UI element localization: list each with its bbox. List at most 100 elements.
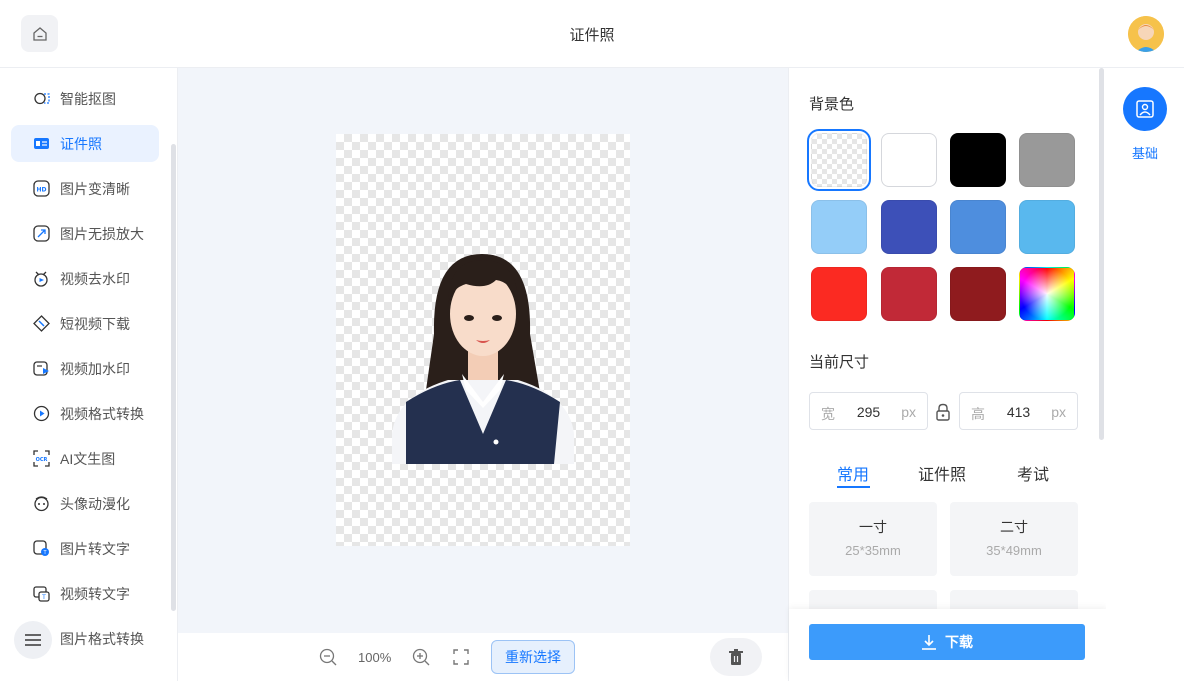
menu-icon [25,634,41,646]
zoom-level: 100% [358,650,392,665]
zoom-in-icon [412,648,430,666]
sidebar-item-label: AI文生图 [60,450,116,467]
video-download-icon [33,315,50,332]
video-convert-icon [33,405,50,422]
sidebar-item-anime-avatar[interactable]: 头像动漫化 [11,485,159,522]
download-label: 下载 [945,634,973,650]
sidebar-item-cutout[interactable]: 智能抠图 [11,80,159,117]
page-title: 证件照 [569,27,615,44]
sidebar-item-id-photo[interactable]: 证件照 [11,125,159,162]
size-name: 一寸 [859,519,887,535]
fullscreen-icon [453,649,469,665]
width-unit: px [901,404,916,420]
sidebar-item-video-download[interactable]: 短视频下载 [11,305,159,342]
sidebar-scrollbar[interactable] [171,144,176,611]
zoom-in-button[interactable] [411,647,431,667]
basic-mode-label: 基础 [1131,146,1158,161]
sidebar-item-hd[interactable]: HD 图片变清晰 [11,170,159,207]
lock-ratio-button[interactable] [935,403,951,421]
delete-button[interactable] [710,638,762,676]
sidebar-item-enlarge[interactable]: 图片无损放大 [11,215,159,252]
swatch-white[interactable] [881,133,937,187]
basic-mode-button[interactable] [1123,87,1167,131]
svg-text:OCR: OCR [36,457,48,463]
width-field[interactable]: 宽 295 px [809,392,928,430]
sidebar-item-label: 图片转文字 [60,540,130,557]
zoom-out-button[interactable] [318,647,338,667]
video-watermark-remove-icon [33,270,50,287]
lock-icon [936,403,950,421]
size-card-2inch[interactable]: 二寸 35*49mm [950,502,1078,576]
tab-exam[interactable]: 考试 [1017,461,1049,485]
size-dimension: 25*35mm [845,543,901,558]
sidebar-item-label: 视频加水印 [60,360,130,377]
sidebar-item-label: 头像动漫化 [60,495,130,512]
mode-bar: 基础 [1106,68,1184,681]
swatch-sky-blue[interactable] [1019,200,1075,254]
swatch-dark-red[interactable] [950,267,1006,321]
sidebar-item-label: 证件照 [60,135,102,152]
user-avatar[interactable] [1128,16,1164,52]
bg-color-title: 背景色 [809,96,855,113]
sidebar-item-label: 图片变清晰 [60,180,130,197]
sidebar-item-video-to-text[interactable]: T 视频转文字 [11,575,159,612]
sidebar-item-label: 图片无损放大 [60,225,144,242]
zoom-out-icon [319,648,337,666]
panel-scrollbar[interactable] [1099,68,1104,440]
tab-active-indicator [837,486,870,488]
swatch-light-blue[interactable] [811,200,867,254]
swatch-red[interactable] [811,267,867,321]
tab-common[interactable]: 常用 [837,461,869,485]
image-to-text-icon: T [33,540,50,557]
top-header: 证件照 [0,0,1184,68]
height-unit: px [1051,404,1066,420]
sidebar-item-image-to-text[interactable]: T 图片转文字 [11,530,159,567]
swatch-gray[interactable] [1019,133,1075,187]
menu-collapse-button[interactable] [14,621,52,659]
cutout-icon [33,90,50,107]
sidebar-item-label: 视频转文字 [60,585,130,602]
sidebar-item-label: 智能抠图 [60,90,116,107]
swatch-black[interactable] [950,133,1006,187]
size-card-1inch[interactable]: 一寸 25*35mm [809,502,937,576]
fullscreen-button[interactable] [451,647,471,667]
svg-text:T: T [41,594,46,601]
download-bar: 下载 [789,609,1107,681]
video-add-watermark-icon [33,360,50,377]
swatch-indigo[interactable] [881,200,937,254]
sidebar-item-ai-image[interactable]: OCR AI文生图 [11,440,159,477]
sidebar-item-video-convert[interactable]: 视频格式转换 [11,395,159,432]
sidebar-item-video-watermark-remove[interactable]: 视频去水印 [11,260,159,297]
enlarge-icon [33,225,50,242]
ai-image-icon: OCR [33,450,50,467]
height-field[interactable]: 高 413 px [959,392,1078,430]
sidebar-item-label: 视频去水印 [60,270,130,287]
swatch-transparent[interactable] [807,129,871,191]
download-button[interactable]: 下载 [809,624,1085,660]
settings-panel: 背景色 当前尺寸 宽 295 px 高 413 px 常用 证件照 考试 一寸 … [788,68,1107,681]
anime-avatar-icon [33,495,50,512]
video-to-text-icon: T [33,585,50,602]
id-photo-icon [33,135,50,152]
download-icon [922,635,936,650]
reselect-button[interactable]: 重新选择 [491,640,575,674]
id-photo-preview[interactable] [336,134,630,546]
canvas-toolbar: 100% 重新选择 [178,633,788,681]
tab-id-photo[interactable]: 证件照 [918,461,966,485]
swatch-blue[interactable] [950,200,1006,254]
size-title: 当前尺寸 [809,354,870,371]
hd-icon: HD [33,180,50,197]
sidebar: 智能抠图 证件照 HD 图片变清晰 图片无损放大 视频去水印 短视频下载 视频加… [0,68,178,681]
sidebar-item-label: 视频格式转换 [60,405,144,422]
sidebar-item-label: 短视频下载 [60,315,130,332]
portrait-image [392,254,574,464]
sidebar-item-label: 图片格式转换 [60,630,144,647]
image-settings-icon [1136,100,1154,118]
trash-icon [729,648,743,665]
swatch-custom-color-picker[interactable] [1019,267,1075,321]
swatch-crimson[interactable] [881,267,937,321]
size-dimension: 35*49mm [986,543,1042,558]
canvas-area [178,68,788,633]
sidebar-item-video-add-watermark[interactable]: 视频加水印 [11,350,159,387]
size-name: 二寸 [1000,519,1028,535]
